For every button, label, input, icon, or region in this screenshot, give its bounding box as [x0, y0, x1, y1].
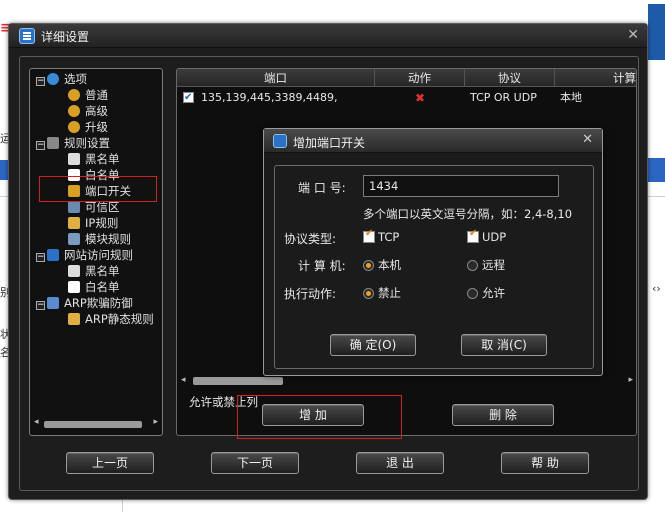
ip-icon: [68, 217, 80, 229]
column-header-port[interactable]: 端口: [177, 69, 375, 87]
row-computer: 本地: [560, 91, 582, 104]
column-header-action[interactable]: 动作: [375, 69, 465, 87]
delete-button[interactable]: 删 除: [452, 404, 554, 426]
collapse-icon[interactable]: −: [36, 253, 45, 262]
background-page: [0, 0, 665, 18]
action-allow-radio[interactable]: 允许: [467, 285, 505, 301]
action-deny-radio[interactable]: 禁止: [363, 285, 401, 301]
collapse-icon[interactable]: −: [36, 77, 45, 86]
deny-x-icon: ✖: [415, 91, 426, 105]
scroll-left-icon[interactable]: ◂: [34, 417, 39, 427]
module-icon: [68, 233, 80, 245]
tree-horizontal-scrollbar[interactable]: ◂ ▸: [34, 417, 158, 429]
window-titlebar[interactable]: 详细设置 ✕: [9, 24, 647, 48]
collapse-icon[interactable]: −: [36, 141, 45, 150]
checkbox-checked-icon: [363, 228, 375, 243]
scroll-right-icon[interactable]: ▸: [628, 375, 633, 385]
exit-button[interactable]: 退 出: [356, 452, 444, 474]
background-line: [0, 196, 8, 197]
document-icon: [68, 265, 80, 277]
tcp-checkbox[interactable]: TCP: [363, 228, 399, 244]
tree-item-arp-static[interactable]: ARP静态规则: [68, 311, 154, 327]
tree-item-blacklist[interactable]: 黑名单: [68, 151, 120, 167]
network-icon: [68, 201, 80, 213]
gear-icon: [68, 89, 80, 101]
browser-icon: [47, 249, 59, 261]
background-blue-bar: [645, 158, 665, 182]
port-switch-highlight: [39, 176, 157, 202]
options-icon: [47, 73, 59, 85]
close-icon[interactable]: ✕: [582, 132, 593, 147]
collapse-icon[interactable]: −: [36, 301, 45, 310]
scroll-left-icon[interactable]: ◂: [181, 375, 186, 385]
arp-icon: [47, 297, 59, 309]
radio-selected-icon: [363, 288, 374, 299]
tree-item-ip-rules[interactable]: IP规则: [68, 215, 118, 231]
background-blue-tile: [648, 4, 665, 60]
protocol-label: 协议类型:: [284, 232, 337, 246]
add-port-dialog: 增加端口开关 ✕ 端 口 号: 1434 多个端口以英文逗号分隔，如：2,4-8…: [263, 128, 603, 376]
upgrade-icon: [68, 121, 80, 133]
background-line: [648, 196, 665, 197]
tree-item-web-blacklist[interactable]: 黑名单: [68, 263, 120, 279]
computer-label: 计 算 机:: [298, 259, 346, 273]
scrollbar-thumb[interactable]: [193, 377, 283, 385]
app-shield-icon: [19, 28, 35, 44]
tree-item-web-whitelist[interactable]: 白名单: [68, 279, 120, 295]
column-header-computer[interactable]: 计算: [555, 69, 636, 87]
tree-item-module-rules[interactable]: 模块规则: [68, 231, 131, 247]
column-header-protocol[interactable]: 协议: [465, 69, 555, 87]
computer-local-radio[interactable]: 本机: [363, 257, 401, 273]
table-row[interactable]: 135,139,445,3389,4489, ✖ TCP OR UDP 本地: [177, 89, 636, 107]
action-label: 执行动作:: [284, 287, 337, 301]
help-button[interactable]: 帮 助: [501, 452, 589, 474]
row-protocol: TCP OR UDP: [470, 91, 537, 104]
arp-static-icon: [68, 313, 80, 325]
tree-item-general[interactable]: 普通: [68, 87, 108, 103]
app-shield-icon: [273, 134, 287, 148]
settings-tree: − 选项 普通 高级 升级 − 规则设置 黑名单 白名单 端口开关 可信区 IP规则…: [29, 68, 163, 436]
close-icon[interactable]: ✕: [627, 27, 639, 43]
dialog-titlebar[interactable]: 增加端口开关 ✕: [264, 129, 602, 153]
tree-item-arp-defense[interactable]: − ARP欺骗防御: [36, 295, 133, 311]
port-label: 端 口 号:: [298, 181, 346, 195]
scroll-right-icon[interactable]: ▸: [153, 417, 158, 427]
checkbox-checked-icon: [467, 228, 479, 243]
tree-item-upgrade[interactable]: 升级: [68, 119, 108, 135]
radio-unselected-icon: [467, 288, 478, 299]
add-button-highlight: [237, 395, 402, 439]
port-hint: 多个端口以英文逗号分隔，如：2,4-8,10: [363, 207, 573, 221]
background-text: ‹›: [652, 282, 661, 295]
scrollbar-thumb[interactable]: [44, 421, 142, 428]
udp-checkbox[interactable]: UDP: [467, 228, 506, 244]
rules-icon: [47, 137, 59, 149]
radio-selected-icon: [363, 260, 374, 271]
radio-unselected-icon: [467, 260, 478, 271]
tree-item-rules[interactable]: − 规则设置: [36, 135, 110, 151]
background-line: [122, 500, 123, 512]
tree-item-web-rules[interactable]: − 网站访问规则: [36, 247, 133, 263]
dialog-title: 增加端口开关: [293, 136, 366, 150]
window-title: 详细设置: [41, 30, 90, 44]
document-icon: [68, 153, 80, 165]
tree-item-options[interactable]: − 选项: [36, 71, 87, 87]
tree-item-advanced[interactable]: 高级: [68, 103, 108, 119]
list-horizontal-scrollbar[interactable]: ◂ ▸: [181, 375, 633, 387]
list-header: 端口 动作 协议 计算: [177, 69, 636, 87]
gear-icon: [68, 105, 80, 117]
cancel-button[interactable]: 取 消(C): [461, 334, 547, 356]
prev-page-button[interactable]: 上一页: [66, 452, 154, 474]
row-checkbox[interactable]: [183, 89, 194, 107]
port-input[interactable]: 1434: [363, 175, 559, 197]
row-ports: 135,139,445,3389,4489,: [201, 91, 338, 104]
ok-button[interactable]: 确 定(O): [330, 334, 416, 356]
document-icon: [68, 281, 80, 293]
computer-remote-radio[interactable]: 远程: [467, 257, 505, 273]
next-page-button[interactable]: 下一页: [211, 452, 299, 474]
